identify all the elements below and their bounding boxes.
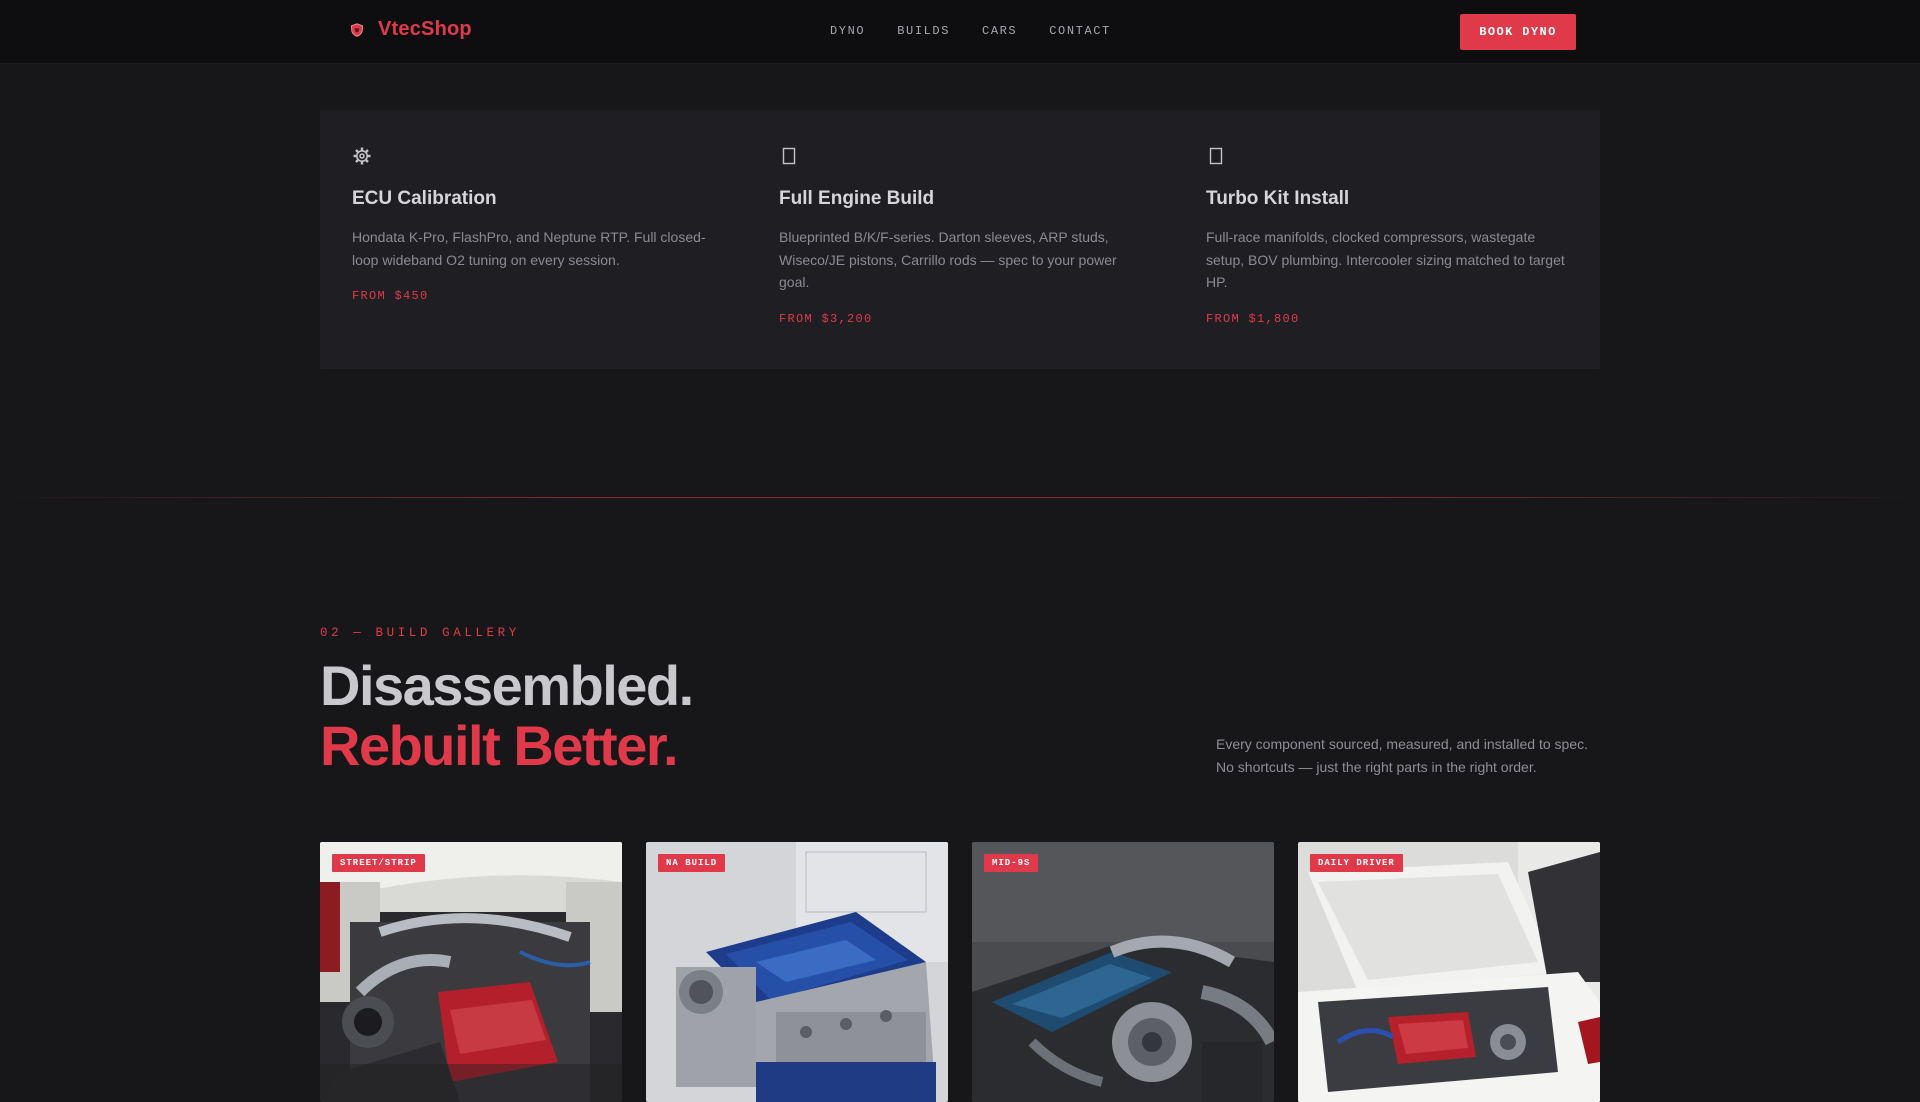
turbo-engine-photo [972,842,1274,1102]
service-ecu-calibration: ECU Calibration Hondata K-Pro, FlashPro,… [352,146,712,303]
turbo-icon [1209,147,1223,165]
service-title: Full Engine Build [779,188,935,209]
engine-icon [782,147,796,165]
nav-link-dyno[interactable]: DYNO [830,24,865,38]
white-car-hood-open-photo [1298,842,1600,1102]
headline-line-2: Rebuilt Better. [320,714,679,777]
book-dyno-button[interactable]: BOOK DYNO [1460,14,1576,50]
nav-link-cars[interactable]: CARS [982,24,1017,38]
service-full-engine-build: Full Engine Build Blueprinted B/K/F-seri… [779,146,1139,326]
engine-on-stand-photo [646,842,948,1102]
top-navigation-bar: VtecShop DYNO BUILDS CARS CONTACT BOOK D… [0,0,1920,64]
service-title: Turbo Kit Install [1206,188,1350,209]
service-description: Hondata K-Pro, FlashPro, and Neptune RTP… [352,229,706,268]
nav-link-builds[interactable]: BUILDS [897,24,950,38]
engine-bay-photo [320,842,622,1102]
nav-link-contact[interactable]: CONTACT [1049,24,1111,38]
gallery-tag: MID-9S [984,854,1039,872]
section-label: 02 — BUILD GALLERY [320,626,520,640]
gallery-card-mid-9s[interactable]: MID-9S [972,842,1274,1102]
services-panel: ECU Calibration Hondata K-Pro, FlashPro,… [320,110,1600,369]
service-price: FROM $1,800 [1206,311,1300,326]
brand-name: VtecShop [378,18,472,40]
service-turbo-kit-install: Turbo Kit Install Full-race manifolds, c… [1206,146,1566,326]
service-description: Full-race manifolds, clocked compressors… [1206,229,1565,290]
gallery-intro: Every component sourced, measured, and i… [1216,736,1588,775]
brand[interactable]: VtecShop [350,18,472,41]
service-price: FROM $450 [352,289,429,303]
main-nav: DYNO BUILDS CARS CONTACT [830,24,1111,38]
gallery-card-na-build[interactable]: NA BUILD [646,842,948,1102]
gallery-tag: NA BUILD [658,854,726,872]
gallery-card-daily-driver[interactable]: DAILY DRIVER [1298,842,1600,1102]
service-description: Blueprinted B/K/F-series. Darton sleeves… [779,229,1117,290]
gallery-card-street-strip[interactable]: STREET/STRIP [320,842,622,1102]
shield-logo-icon [350,22,364,37]
service-price: FROM $3,200 [779,311,873,326]
headline-line-1: Disassembled. [320,654,694,717]
service-title: ECU Calibration [352,188,497,209]
gear-icon [353,147,371,165]
gallery-tag: DAILY DRIVER [1310,854,1403,872]
gallery-headline: Disassembled. Rebuilt Better. [320,654,694,777]
gallery-tag: STREET/STRIP [332,854,425,872]
build-gallery: STREET/STRIP NA BUILD MID-9S DAILY DRIVE… [320,842,1600,1102]
section-divider [0,497,1920,498]
